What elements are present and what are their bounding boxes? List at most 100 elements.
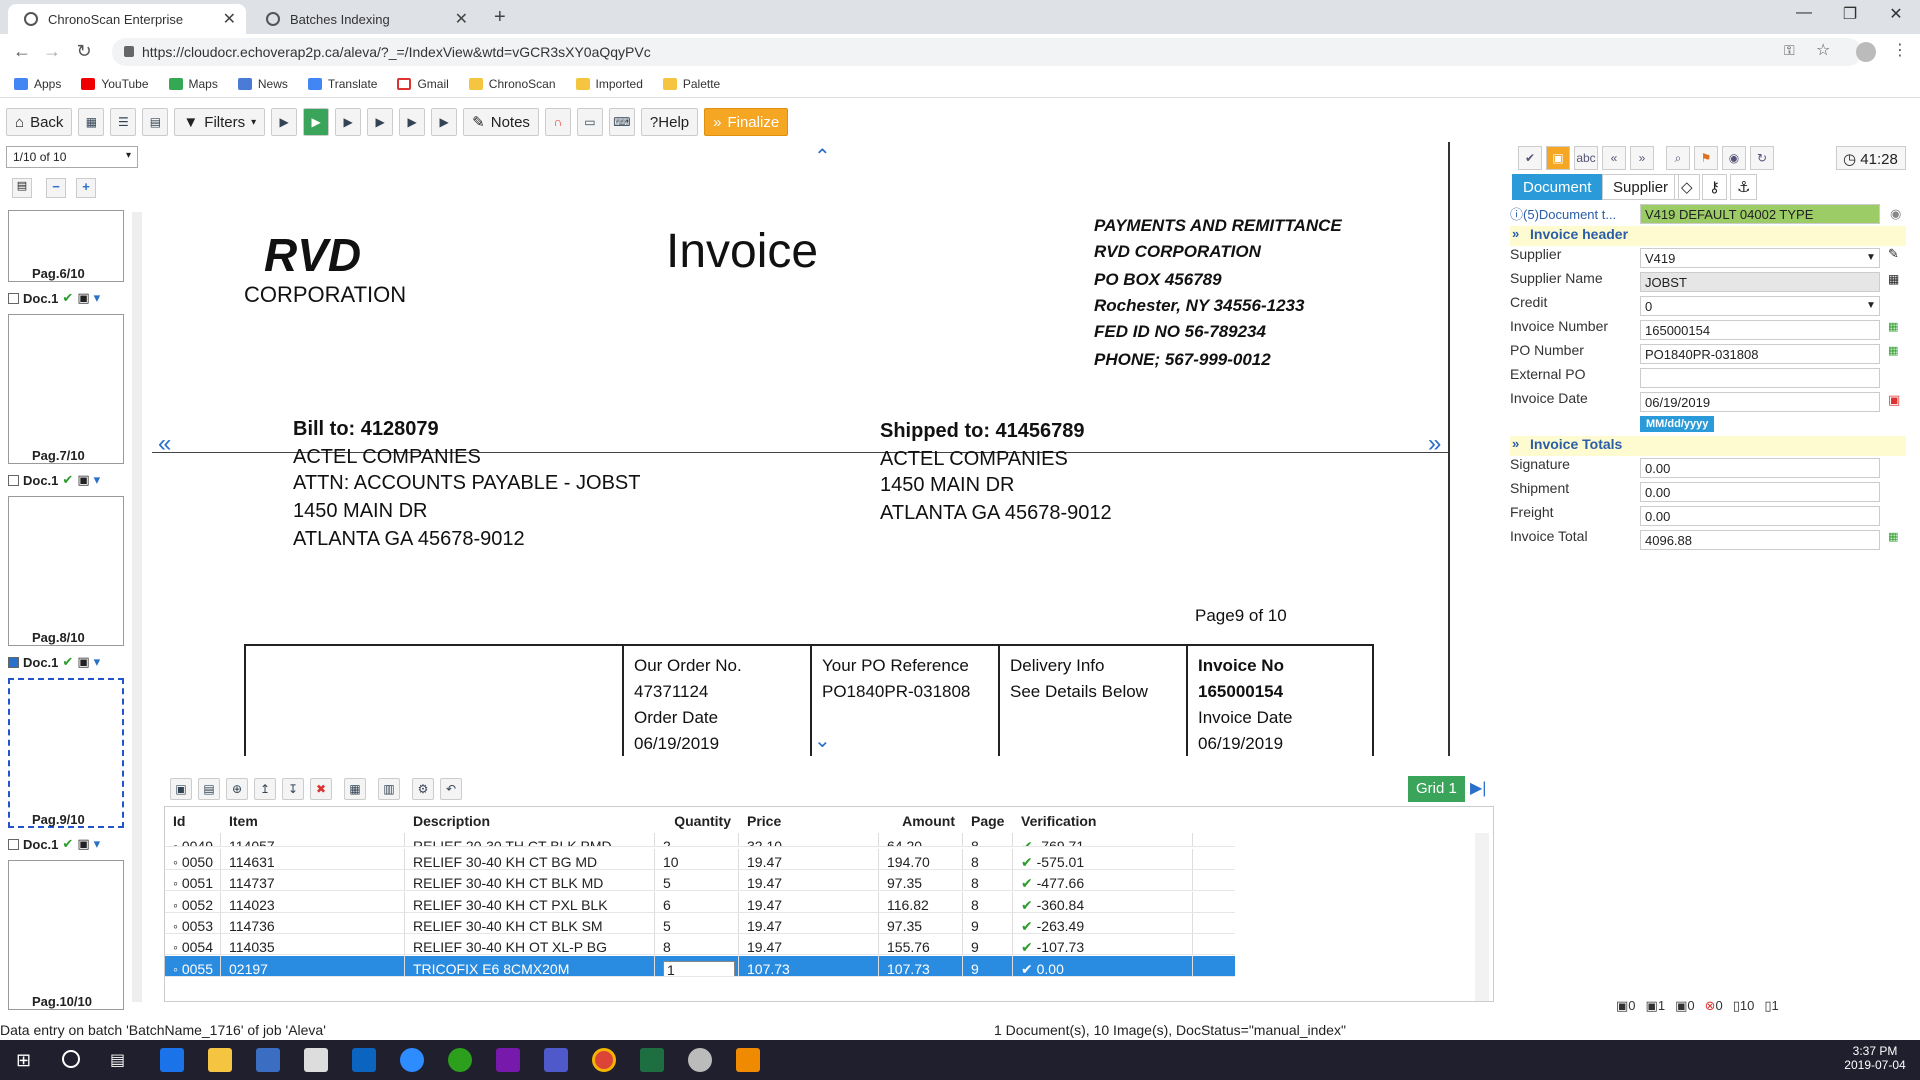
task-view-icon[interactable]: ▤ xyxy=(110,1050,125,1070)
scroll-down-icon[interactable]: ⌄ xyxy=(814,728,831,753)
back-arrow-icon[interactable]: ← xyxy=(10,41,34,62)
settings-icon[interactable]: ⚙ xyxy=(412,778,434,800)
cell-qty[interactable]: 2 xyxy=(655,833,739,846)
col-amount[interactable]: Amount xyxy=(879,807,963,833)
doc-row[interactable]: Doc.1 ✔ ▣ ▾ xyxy=(8,472,100,488)
invoice-total-field[interactable]: 4096.88 xyxy=(1640,530,1880,550)
next-doc-icon[interactable]: ▶ xyxy=(367,108,394,136)
star-icon[interactable]: ☆ xyxy=(1816,40,1830,60)
reload-icon[interactable]: ↻ xyxy=(72,41,96,62)
last-icon[interactable]: ▶ xyxy=(431,108,458,136)
store-icon[interactable] xyxy=(256,1048,280,1072)
forward-arrow-icon[interactable]: → xyxy=(40,41,64,62)
calculator-icon[interactable]: ▦ xyxy=(1888,272,1899,286)
ocr-icon[interactable]: abc xyxy=(1574,146,1598,170)
col-item[interactable]: Item xyxy=(221,807,405,833)
close-tab-icon[interactable]: ✕ xyxy=(223,9,236,29)
bookmark-youtube[interactable]: YouTube xyxy=(81,77,149,91)
cell-qty[interactable]: 6 xyxy=(655,891,739,912)
document-viewer[interactable]: ⌃ RVD CORPORATION Invoice PAYMENTS AND R… xyxy=(152,142,1452,756)
undo-icon[interactable]: ↶ xyxy=(440,778,462,800)
bookmark-gmail[interactable]: Gmail xyxy=(397,77,449,91)
restore-icon[interactable]: ❐ xyxy=(1830,4,1870,24)
key-icon[interactable]: ⚷ xyxy=(1702,174,1727,200)
bookmark-maps[interactable]: Maps xyxy=(168,77,218,91)
split-view-icon[interactable]: ▤ xyxy=(142,108,169,136)
eye-icon[interactable]: ◉ xyxy=(1722,146,1746,170)
file-explorer-icon[interactable] xyxy=(208,1048,232,1072)
tab-supplier[interactable]: Supplier xyxy=(1602,174,1680,200)
save-icon[interactable]: ▣ xyxy=(170,778,192,800)
app-icon[interactable] xyxy=(688,1048,712,1072)
cell-qty[interactable]: 10 xyxy=(655,849,739,869)
cell-qty[interactable]: 5 xyxy=(655,912,739,933)
invoice-number-field[interactable]: 165000154 xyxy=(1640,320,1880,340)
invoice-date-field[interactable]: 06/19/2019 xyxy=(1640,392,1880,412)
table-row[interactable]: ◦ 0051 114737 RELIEF 30-40 KH CT BLK MD 5 19… xyxy=(165,870,1235,892)
page-thumbnail[interactable] xyxy=(8,496,124,646)
tab-chronoscan[interactable]: ChronoScan Enterprise ✕ xyxy=(8,4,246,34)
vlc-icon[interactable] xyxy=(736,1048,760,1072)
prev-page-icon[interactable]: « xyxy=(158,430,171,458)
chrome-icon[interactable] xyxy=(592,1048,616,1072)
first-icon[interactable]: ▶ xyxy=(271,108,298,136)
thumbnail-scrollbar[interactable] xyxy=(132,212,142,1002)
doc-row[interactable]: Doc.1 ✔ ▣ ▾ xyxy=(8,836,100,852)
signature-field[interactable]: 0.00 xyxy=(1640,458,1880,478)
ocr-zone-icon[interactable]: ▦ xyxy=(1888,320,1898,333)
flag-icon[interactable]: ⚑ xyxy=(1694,146,1718,170)
doc-checkbox[interactable] xyxy=(8,474,19,486)
close-tab-icon[interactable]: ✕ xyxy=(455,9,468,29)
col-page[interactable]: Page xyxy=(963,807,1013,833)
supplier-field[interactable]: V419 xyxy=(1640,248,1880,268)
search-icon[interactable]: ⌕ xyxy=(1666,146,1690,170)
profile-avatar[interactable] xyxy=(1856,42,1876,62)
mail-icon[interactable] xyxy=(304,1048,328,1072)
calendar-icon[interactable]: ▣ xyxy=(1888,392,1900,408)
next-page-icon[interactable]: » xyxy=(1428,430,1441,458)
doc-type-field[interactable]: V419 DEFAULT 04002 TYPE xyxy=(1640,204,1880,224)
page-thumbnail[interactable] xyxy=(8,860,124,1010)
col-verification[interactable]: Verification xyxy=(1013,807,1193,833)
invoice-totals-section[interactable]: Invoice Totals xyxy=(1510,436,1906,456)
zoom-out-icon[interactable]: − xyxy=(46,178,66,198)
bookmark-imported[interactable]: Imported xyxy=(575,77,643,91)
col-price[interactable]: Price xyxy=(739,807,879,833)
notes-button[interactable]: ✎ Notes xyxy=(463,108,539,136)
shipment-field[interactable]: 0.00 xyxy=(1640,482,1880,502)
add-row-icon[interactable]: ⊕ xyxy=(226,778,248,800)
table-row[interactable]: ◦ 0049 114057 RELIEF 20-30 TH CT BLK PMD 2 3… xyxy=(165,833,1235,847)
next-icon[interactable]: ▶ xyxy=(335,108,362,136)
chevron-down-icon[interactable]: ▼ xyxy=(1866,252,1876,263)
zoom-icon[interactable] xyxy=(400,1048,424,1072)
teams-icon[interactable] xyxy=(544,1048,568,1072)
col-id[interactable]: Id xyxy=(165,807,221,833)
system-clock[interactable]: 3:37 PM 2019-07-04 xyxy=(1840,1044,1910,1072)
cell-qty[interactable]: 1 xyxy=(655,955,739,976)
col-quantity[interactable]: Quantity xyxy=(655,807,739,833)
tag-icon[interactable]: ◇ xyxy=(1674,174,1700,200)
anchor-icon[interactable]: ⚓ xyxy=(1730,174,1758,200)
outlook-icon[interactable] xyxy=(352,1048,376,1072)
close-window-icon[interactable]: ✕ xyxy=(1876,4,1916,24)
cell-qty[interactable]: 8 xyxy=(655,934,739,955)
zoom-in-icon[interactable]: + xyxy=(76,178,96,198)
new-tab-icon[interactable]: + xyxy=(494,6,506,29)
doc-row[interactable]: Doc.1 ✔ ▣ ▾ xyxy=(8,290,100,306)
quantity-edit-input[interactable]: 1 xyxy=(663,960,735,976)
table-row[interactable]: ◦ 0053 114736 RELIEF 30-40 KH CT BLK SM 5 19… xyxy=(165,912,1235,934)
windows-start-icon[interactable]: ⊞ xyxy=(16,1050,31,1071)
bookmark-chronoscan[interactable]: ChronoScan xyxy=(468,77,556,91)
excel-icon[interactable] xyxy=(640,1048,664,1072)
move-up-icon[interactable]: ↥ xyxy=(254,778,276,800)
grid-scrollbar[interactable] xyxy=(1475,833,1489,1001)
next-field-icon[interactable]: » xyxy=(1630,146,1654,170)
po-number-field[interactable]: PO1840PR-031808 xyxy=(1640,344,1880,364)
tab-batches-indexing[interactable]: Batches Indexing ✕ xyxy=(250,4,478,34)
doc-checkbox[interactable] xyxy=(8,838,19,850)
search-icon[interactable] xyxy=(62,1050,80,1068)
current-icon[interactable]: ▶ xyxy=(303,108,330,136)
table-row[interactable]: ◦ 0052 114023 RELIEF 30-40 KH CT PXL BLK 6 1… xyxy=(165,891,1235,913)
ocr-zone-icon[interactable]: ▦ xyxy=(1888,344,1898,357)
invoice-header-section[interactable]: Invoice header xyxy=(1510,226,1906,246)
